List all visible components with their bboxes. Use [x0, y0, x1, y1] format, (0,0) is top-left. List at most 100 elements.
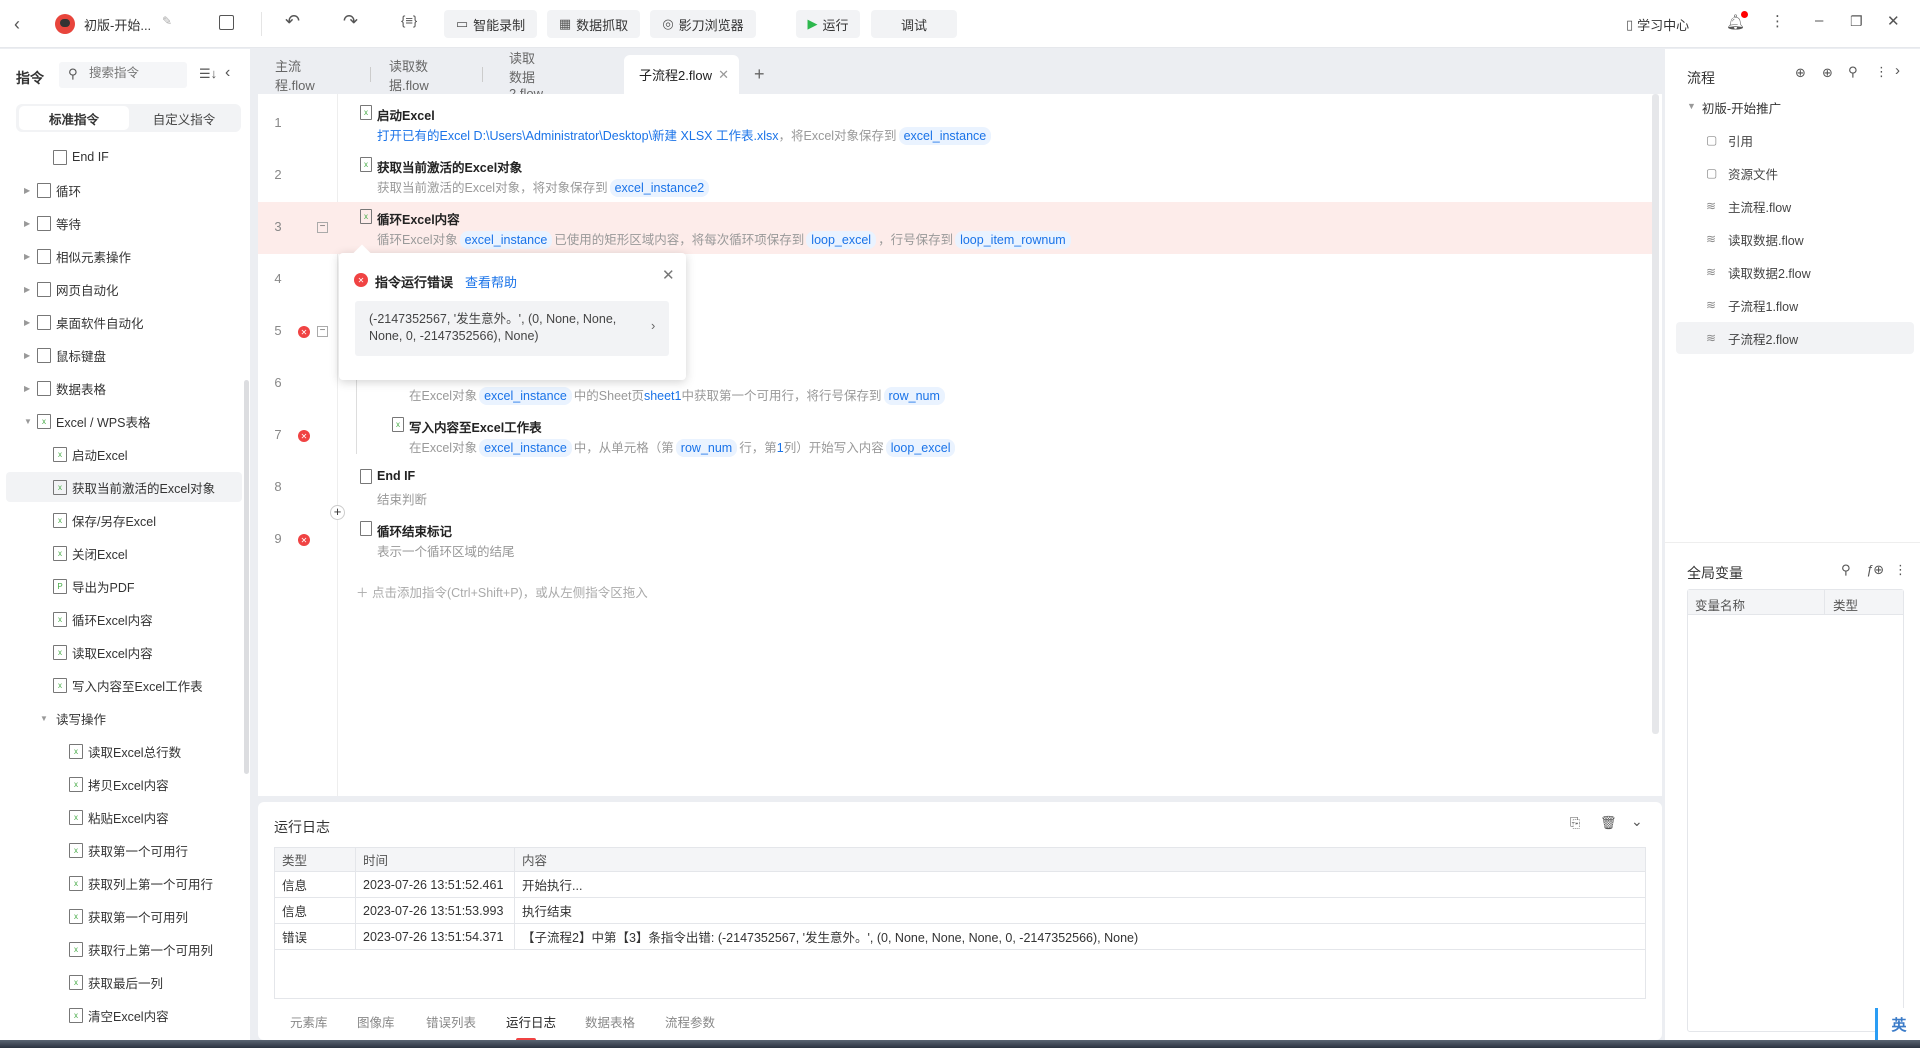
- sort-icon[interactable]: ☰↓: [199, 66, 217, 82]
- caret-right-icon[interactable]: ▶: [24, 219, 30, 228]
- log-row[interactable]: 错误 2023-07-26 13:51:54.371 【子流程2】中第【3】条指令出…: [274, 923, 1646, 950]
- chevron-right-icon[interactable]: ›: [651, 318, 655, 333]
- variable-chip[interactable]: excel_instance: [459, 231, 553, 249]
- variable-chip[interactable]: row_num: [883, 387, 945, 405]
- flow-item[interactable]: ≋ 子流程1.flow: [1676, 289, 1914, 321]
- step-row[interactable]: 9 ✕ 循环结束标记 表示一个循环区域的结尾: [258, 514, 1654, 566]
- tab-main-flow[interactable]: 主流程.flow: [275, 55, 315, 94]
- debug-button[interactable]: 调试: [871, 10, 957, 38]
- command-item[interactable]: x 读取Excel总行数: [6, 736, 242, 766]
- variable-chip[interactable]: loop_excel: [806, 231, 877, 249]
- trash-icon[interactable]: 🗑︎: [1600, 815, 1617, 831]
- collapse-toggle[interactable]: −: [317, 222, 328, 233]
- command-item[interactable]: ▶ 相似元素操作: [6, 241, 242, 271]
- bottom-tab[interactable]: 数据表格: [585, 1012, 635, 1031]
- collapse-right-icon[interactable]: ›: [1895, 62, 1900, 79]
- step-row[interactable]: 2 x 获取当前激活的Excel对象 获取当前激活的Excel对象，将对象保存到 exc…: [258, 150, 1654, 202]
- add-subflow-icon[interactable]: ⊕: [1822, 65, 1833, 81]
- command-item[interactable]: x 获取最后一列: [6, 967, 242, 997]
- editor-scrollbar[interactable]: [1652, 94, 1659, 734]
- log-row[interactable]: 信息 2023-07-26 13:51:52.461 开始执行...: [274, 871, 1646, 898]
- command-item[interactable]: x 写入内容至Excel工作表: [6, 670, 242, 700]
- command-item[interactable]: x 获取第一个可用行: [6, 835, 242, 865]
- browser-button[interactable]: ◎ 影刀浏览器: [650, 10, 756, 38]
- collapse-toggle[interactable]: −: [317, 326, 328, 337]
- caret-right-icon[interactable]: ▶: [24, 351, 30, 360]
- command-item[interactable]: ▶ 数据表格: [6, 373, 242, 403]
- ime-indicator[interactable]: 英: [1875, 1008, 1920, 1040]
- command-item[interactable]: x 循环Excel内容: [6, 604, 242, 634]
- command-item[interactable]: x 保存/另存Excel: [6, 505, 242, 535]
- undo-icon[interactable]: ↶: [285, 11, 300, 32]
- help-link[interactable]: 查看帮助: [465, 272, 517, 291]
- bottom-tab[interactable]: 流程参数: [665, 1012, 715, 1031]
- command-item[interactable]: ▼ x Excel / WPS表格: [6, 406, 242, 436]
- caret-right-icon[interactable]: ▶: [24, 384, 30, 393]
- caret-down-icon[interactable]: ▼: [24, 417, 32, 426]
- error-icon[interactable]: ✕: [298, 430, 310, 442]
- command-item[interactable]: ▶ 网页自动化: [6, 274, 242, 304]
- variable-chip[interactable]: excel_instance2: [609, 179, 710, 197]
- error-message-box[interactable]: (-2147352567, '发生意外。', (0, None, None, N…: [355, 301, 669, 356]
- command-item[interactable]: P 导出为PDF: [6, 571, 242, 601]
- tab-subflow2[interactable]: 子流程2.flow ✕: [624, 55, 739, 94]
- export-log-icon[interactable]: ⎘: [1570, 815, 1580, 831]
- variable-chip[interactable]: row_num: [675, 439, 738, 457]
- command-scrollbar[interactable]: [244, 380, 249, 774]
- flow-item[interactable]: ▢ 资源文件: [1676, 157, 1914, 189]
- search-icon[interactable]: ⚲: [1841, 562, 1851, 578]
- caret-right-icon[interactable]: ▶: [24, 252, 30, 261]
- project-title[interactable]: 初版-开始...: [84, 15, 151, 34]
- tab-custom-commands[interactable]: 自定义指令: [129, 106, 239, 130]
- variable-chip[interactable]: excel_instance: [479, 387, 572, 405]
- data-scrape-button[interactable]: ▦ 数据抓取: [547, 10, 640, 38]
- chevron-down-icon[interactable]: ⌄: [1631, 813, 1643, 830]
- command-search-input[interactable]: [89, 66, 181, 80]
- command-item[interactable]: ▼ 读写操作: [6, 703, 242, 733]
- popup-close-icon[interactable]: ✕: [662, 266, 675, 284]
- command-item[interactable]: x 粘贴Excel内容: [6, 802, 242, 832]
- project-node[interactable]: ▼ 初版-开始推广: [1687, 98, 1781, 117]
- caret-right-icon[interactable]: ▶: [24, 285, 30, 294]
- command-item[interactable]: x 获取行上第一个可用列: [6, 934, 242, 964]
- command-item[interactable]: ▶ 鼠标键盘: [6, 340, 242, 370]
- step-row[interactable]: 3 − x 循环Excel内容 循环Excel对象 excel_instance 已使用的矩…: [258, 202, 1654, 254]
- save-icon[interactable]: [219, 15, 234, 30]
- tab-read-data[interactable]: 读取数据.flow: [389, 55, 429, 94]
- caret-right-icon[interactable]: ▶: [24, 186, 30, 195]
- add-flow-icon[interactable]: ⊕: [1795, 65, 1806, 81]
- command-item[interactable]: x 关闭Excel: [6, 538, 242, 568]
- run-button[interactable]: ▶ 运行: [796, 10, 860, 38]
- command-item[interactable]: x 清空Excel内容: [6, 1000, 242, 1030]
- bottom-tab[interactable]: 元素库: [290, 1012, 328, 1031]
- restore-icon[interactable]: ❐: [1850, 13, 1863, 30]
- variable-chip[interactable]: loop_item_rownum: [955, 231, 1071, 249]
- more-icon[interactable]: ⋮: [1875, 64, 1888, 80]
- caret-right-icon[interactable]: ▶: [24, 318, 30, 327]
- back-icon[interactable]: ‹: [14, 14, 20, 35]
- flow-item[interactable]: ≋ 读取数据2.flow: [1676, 256, 1914, 288]
- variable-chip[interactable]: excel_instance: [479, 439, 572, 457]
- bottom-tab[interactable]: 图像库: [357, 1012, 395, 1031]
- error-icon[interactable]: ✕: [298, 534, 310, 546]
- flow-item[interactable]: ≋ 子流程2.flow: [1676, 322, 1914, 354]
- minimize-icon[interactable]: –: [1815, 12, 1823, 29]
- variable-chip[interactable]: excel_instance: [898, 127, 992, 145]
- tab-close-icon[interactable]: ✕: [718, 67, 729, 83]
- insert-step-button[interactable]: +: [330, 505, 345, 520]
- command-item[interactable]: ▶ 等待: [6, 208, 242, 238]
- command-item[interactable]: x 获取列上第一个可用行: [6, 868, 242, 898]
- tab-read-data2[interactable]: 读取数据2.flow: [509, 51, 543, 101]
- add-command-hint[interactable]: ＋ 点击添加指令(Ctrl+Shift+P)，或从左侧指令区拖入: [356, 582, 648, 601]
- command-item[interactable]: x 获取当前激活的Excel对象: [6, 472, 242, 502]
- learning-center-link[interactable]: ▯ 学习中心: [1626, 15, 1689, 34]
- collapse-panel-icon[interactable]: ‹: [225, 64, 230, 82]
- flow-item[interactable]: ≋ 读取数据.flow: [1676, 223, 1914, 255]
- variables-icon[interactable]: {≡}: [401, 13, 417, 28]
- bottom-tab[interactable]: 运行日志: [506, 1012, 556, 1031]
- command-item[interactable]: ▶ 循环: [6, 175, 242, 205]
- step-row[interactable]: 7 ✕ x 写入内容至Excel工作表 在Excel对象 excel_instance 中，…: [258, 410, 1654, 462]
- more-icon[interactable]: ⋮: [1770, 12, 1785, 30]
- close-icon[interactable]: ✕: [1887, 12, 1900, 30]
- tab-standard-commands[interactable]: 标准指令: [19, 106, 129, 130]
